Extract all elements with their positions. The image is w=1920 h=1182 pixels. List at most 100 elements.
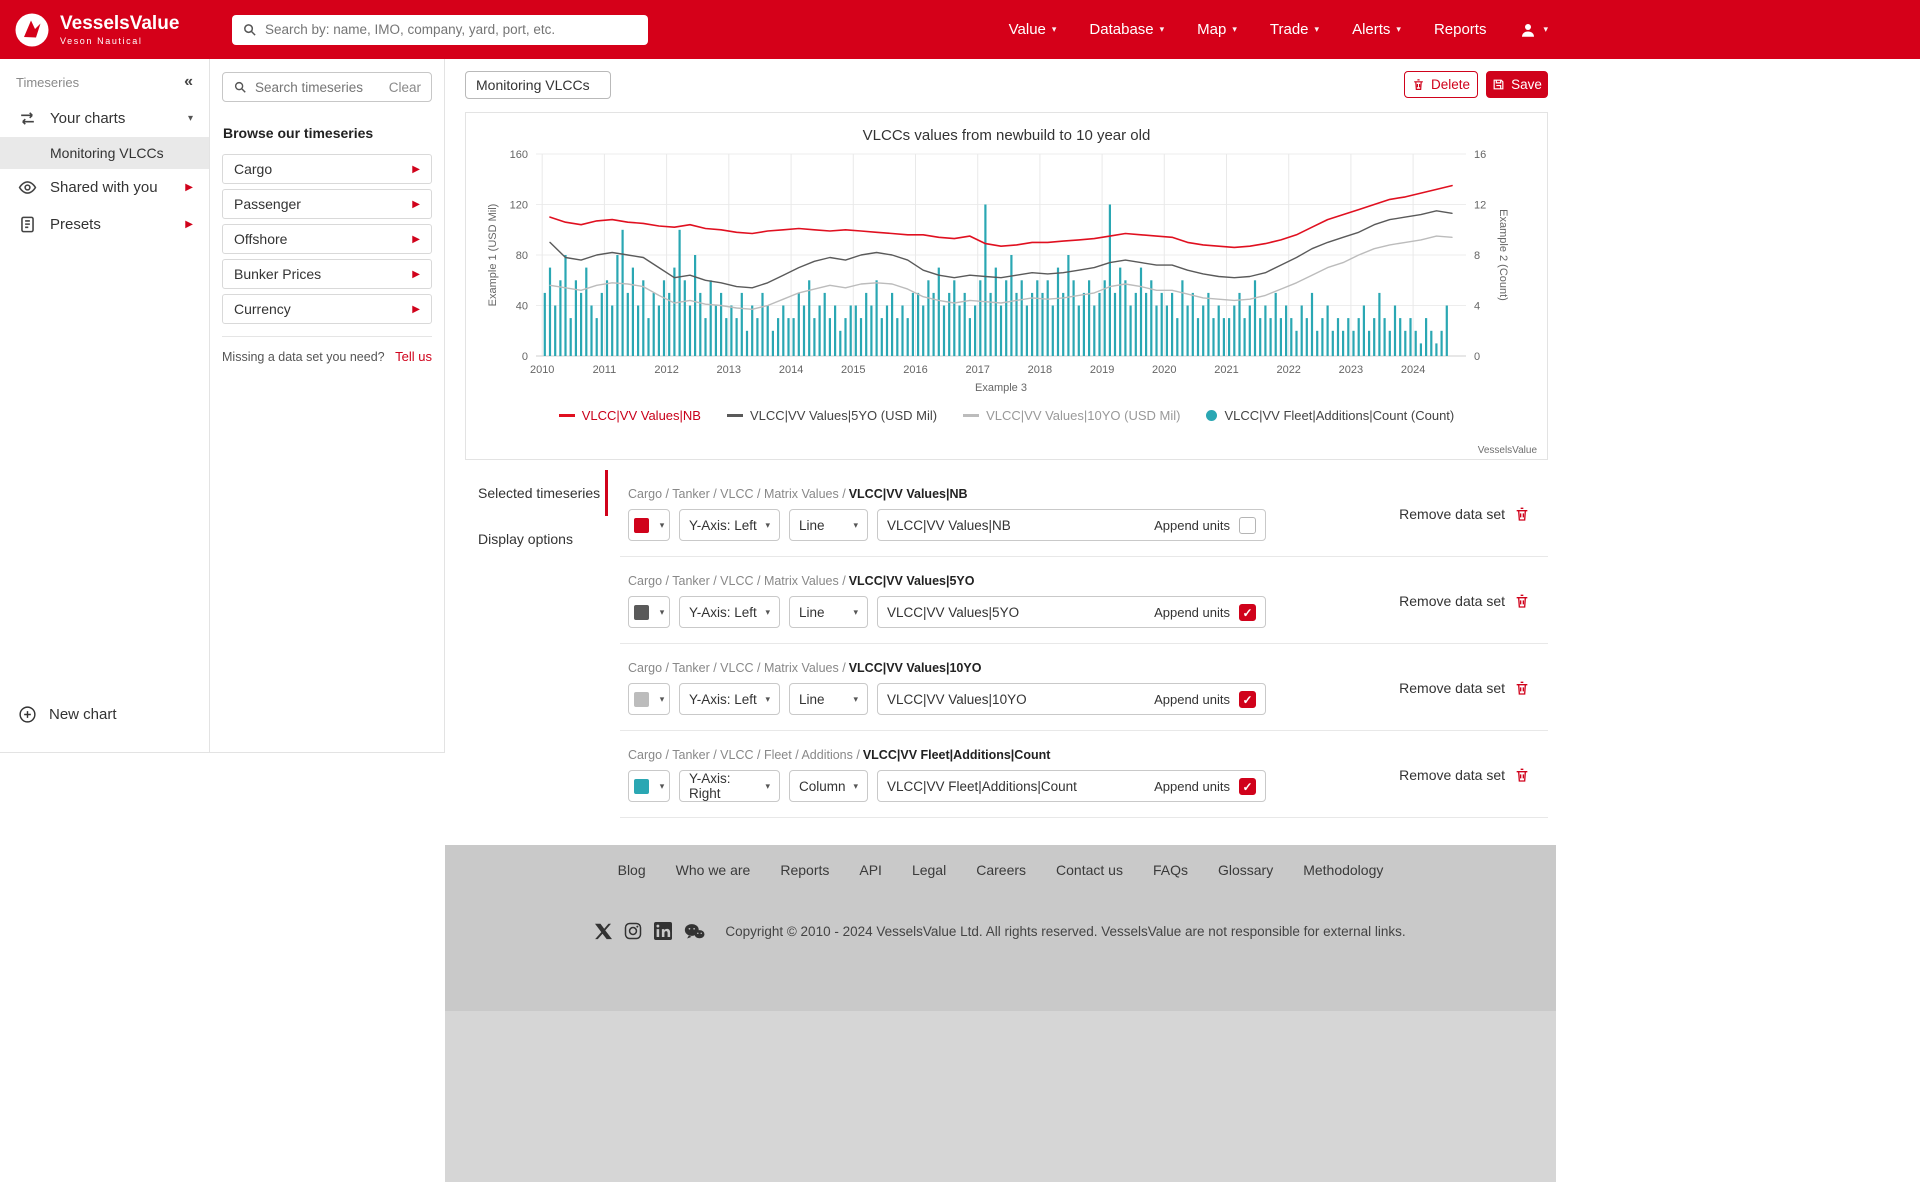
series-name-input[interactable] bbox=[887, 779, 1145, 794]
chevron-down-icon: ▾ bbox=[765, 781, 770, 792]
sidebar-title: Timeseries bbox=[16, 75, 79, 90]
remove-data-set-button[interactable]: Remove data set bbox=[1399, 593, 1530, 609]
legend-line-marker bbox=[963, 414, 979, 416]
svg-text:8: 8 bbox=[1474, 250, 1480, 262]
footer-link-who-we-are[interactable]: Who we are bbox=[676, 862, 751, 878]
tab-selected-timeseries[interactable]: Selected timeseries bbox=[465, 470, 608, 516]
append-units-checkbox[interactable] bbox=[1239, 691, 1256, 708]
legend-item-10yo[interactable]: VLCC|VV Values|10YO (USD Mil) bbox=[963, 408, 1180, 423]
category-bunker-prices[interactable]: Bunker Prices▶ bbox=[222, 259, 432, 289]
sidebar-item-monitoring-vlccs[interactable]: Monitoring VLCCs bbox=[0, 137, 209, 169]
append-units-checkbox[interactable] bbox=[1239, 604, 1256, 621]
series-name-box: Append units bbox=[877, 509, 1266, 541]
chevron-down-icon: ▾ bbox=[188, 113, 193, 124]
footer-link-careers[interactable]: Careers bbox=[976, 862, 1026, 878]
append-units-label: Append units bbox=[1154, 518, 1230, 533]
y-axis-select[interactable]: Y-Axis: Left▾ bbox=[679, 509, 780, 541]
color-select[interactable]: ▾ bbox=[628, 509, 670, 541]
nav-item-value[interactable]: Value▾ bbox=[1009, 21, 1057, 38]
series-name-input[interactable] bbox=[887, 518, 1145, 533]
legend-item-additions[interactable]: VLCC|VV Fleet|Additions|Count (Count) bbox=[1206, 408, 1454, 423]
footer-link-legal[interactable]: Legal bbox=[912, 862, 946, 878]
legend-item-nb[interactable]: VLCC|VV Values|NB bbox=[559, 408, 701, 423]
footer-link-reports[interactable]: Reports bbox=[780, 862, 829, 878]
legend-label: VLCC|VV Values|10YO (USD Mil) bbox=[986, 408, 1180, 423]
swap-arrows-icon bbox=[18, 109, 37, 128]
series-type-select[interactable]: Line▾ bbox=[789, 596, 868, 628]
series-name-box: Append units bbox=[877, 770, 1266, 802]
category-currency[interactable]: Currency▶ bbox=[222, 294, 432, 324]
remove-data-set-button[interactable]: Remove data set bbox=[1399, 680, 1530, 696]
svg-text:2018: 2018 bbox=[1028, 364, 1052, 376]
remove-data-set-button[interactable]: Remove data set bbox=[1399, 767, 1530, 783]
tell-us-link[interactable]: Tell us bbox=[395, 349, 432, 364]
timeseries-search-input[interactable] bbox=[255, 80, 381, 95]
sidebar-header: Timeseries « bbox=[0, 59, 209, 100]
delete-button[interactable]: Delete bbox=[1404, 71, 1478, 98]
category-cargo[interactable]: Cargo▶ bbox=[222, 154, 432, 184]
sidebar-item-presets[interactable]: Presets ▶ bbox=[0, 206, 209, 243]
footer-link-api[interactable]: API bbox=[859, 862, 882, 878]
brand-name: VesselsValue bbox=[60, 14, 179, 33]
svg-text:2021: 2021 bbox=[1214, 364, 1238, 376]
collapse-sidebar-icon[interactable]: « bbox=[184, 74, 193, 90]
save-button[interactable]: Save bbox=[1486, 71, 1548, 98]
color-select[interactable]: ▾ bbox=[628, 596, 670, 628]
remove-data-set-button[interactable]: Remove data set bbox=[1399, 506, 1530, 522]
footer-links: Blog Who we are Reports API Legal Career… bbox=[445, 845, 1556, 878]
series-name-input[interactable] bbox=[887, 692, 1145, 707]
series-type-select[interactable]: Line▾ bbox=[789, 683, 868, 715]
user-menu[interactable]: ▾ bbox=[1519, 21, 1548, 39]
append-units-checkbox[interactable] bbox=[1239, 778, 1256, 795]
svg-text:2017: 2017 bbox=[965, 364, 989, 376]
chevron-down-icon: ▾ bbox=[765, 694, 770, 705]
nav-item-reports[interactable]: Reports bbox=[1434, 21, 1487, 38]
chart-title-input[interactable] bbox=[465, 71, 611, 99]
tab-display-options[interactable]: Display options bbox=[465, 516, 608, 562]
nav-item-trade[interactable]: Trade▾ bbox=[1270, 21, 1319, 38]
nav-item-database[interactable]: Database▾ bbox=[1089, 21, 1164, 38]
sidebar-item-shared-with-you[interactable]: Shared with you ▶ bbox=[0, 169, 209, 206]
clear-search-button[interactable]: Clear bbox=[389, 80, 421, 95]
y-axis-select[interactable]: Y-Axis: Left▾ bbox=[679, 596, 780, 628]
footer-link-glossary[interactable]: Glossary bbox=[1218, 862, 1273, 878]
footer-link-blog[interactable]: Blog bbox=[618, 862, 646, 878]
global-search-input[interactable] bbox=[265, 22, 638, 37]
legend-item-5yo[interactable]: VLCC|VV Values|5YO (USD Mil) bbox=[727, 408, 937, 423]
y-axis-select[interactable]: Y-Axis: Left▾ bbox=[679, 683, 780, 715]
svg-text:2022: 2022 bbox=[1276, 364, 1300, 376]
footer-link-contact-us[interactable]: Contact us bbox=[1056, 862, 1123, 878]
svg-text:160: 160 bbox=[510, 149, 528, 161]
color-select[interactable]: ▾ bbox=[628, 770, 670, 802]
legend-label: VLCC|VV Fleet|Additions|Count (Count) bbox=[1224, 408, 1454, 423]
nav-item-alerts[interactable]: Alerts▾ bbox=[1352, 21, 1401, 38]
wechat-icon[interactable] bbox=[684, 923, 705, 940]
series-type-select[interactable]: Line▾ bbox=[789, 509, 868, 541]
chevron-right-icon: ▶ bbox=[412, 269, 420, 280]
sidebar-item-your-charts[interactable]: Your charts ▾ bbox=[0, 100, 209, 137]
user-icon bbox=[1519, 21, 1537, 39]
new-chart-button[interactable]: New chart bbox=[0, 697, 135, 732]
chevron-down-icon: ▾ bbox=[765, 607, 770, 618]
instagram-icon[interactable] bbox=[624, 922, 642, 940]
footer-link-faqs[interactable]: FAQs bbox=[1153, 862, 1188, 878]
brand-tagline: Veson Nautical bbox=[60, 36, 179, 46]
chevron-down-icon: ▾ bbox=[1543, 24, 1548, 35]
footer-link-methodology[interactable]: Methodology bbox=[1303, 862, 1383, 878]
append-units-checkbox[interactable] bbox=[1239, 517, 1256, 534]
nav-item-map[interactable]: Map▾ bbox=[1197, 21, 1237, 38]
color-select[interactable]: ▾ bbox=[628, 683, 670, 715]
category-passenger[interactable]: Passenger▶ bbox=[222, 189, 432, 219]
timeseries-chart[interactable]: 2010201120122013201420152016201720182019… bbox=[466, 146, 1547, 398]
linkedin-icon[interactable] bbox=[654, 922, 672, 940]
breadcrumb-name: VLCC|VV Values|10YO bbox=[849, 661, 982, 675]
series-name-input[interactable] bbox=[887, 605, 1145, 620]
series-type-select[interactable]: Column▾ bbox=[789, 770, 868, 802]
y-axis-select[interactable]: Y-Axis: Right▾ bbox=[679, 770, 780, 802]
category-offshore[interactable]: Offshore▶ bbox=[222, 224, 432, 254]
brand[interactable]: VesselsValue Veson Nautical bbox=[0, 12, 218, 48]
x-icon[interactable] bbox=[595, 923, 612, 940]
chevron-right-icon: ▶ bbox=[412, 234, 420, 245]
footer-bottom: Copyright © 2010 - 2024 VesselsValue Ltd… bbox=[445, 922, 1556, 940]
chevron-down-icon: ▾ bbox=[853, 781, 858, 792]
